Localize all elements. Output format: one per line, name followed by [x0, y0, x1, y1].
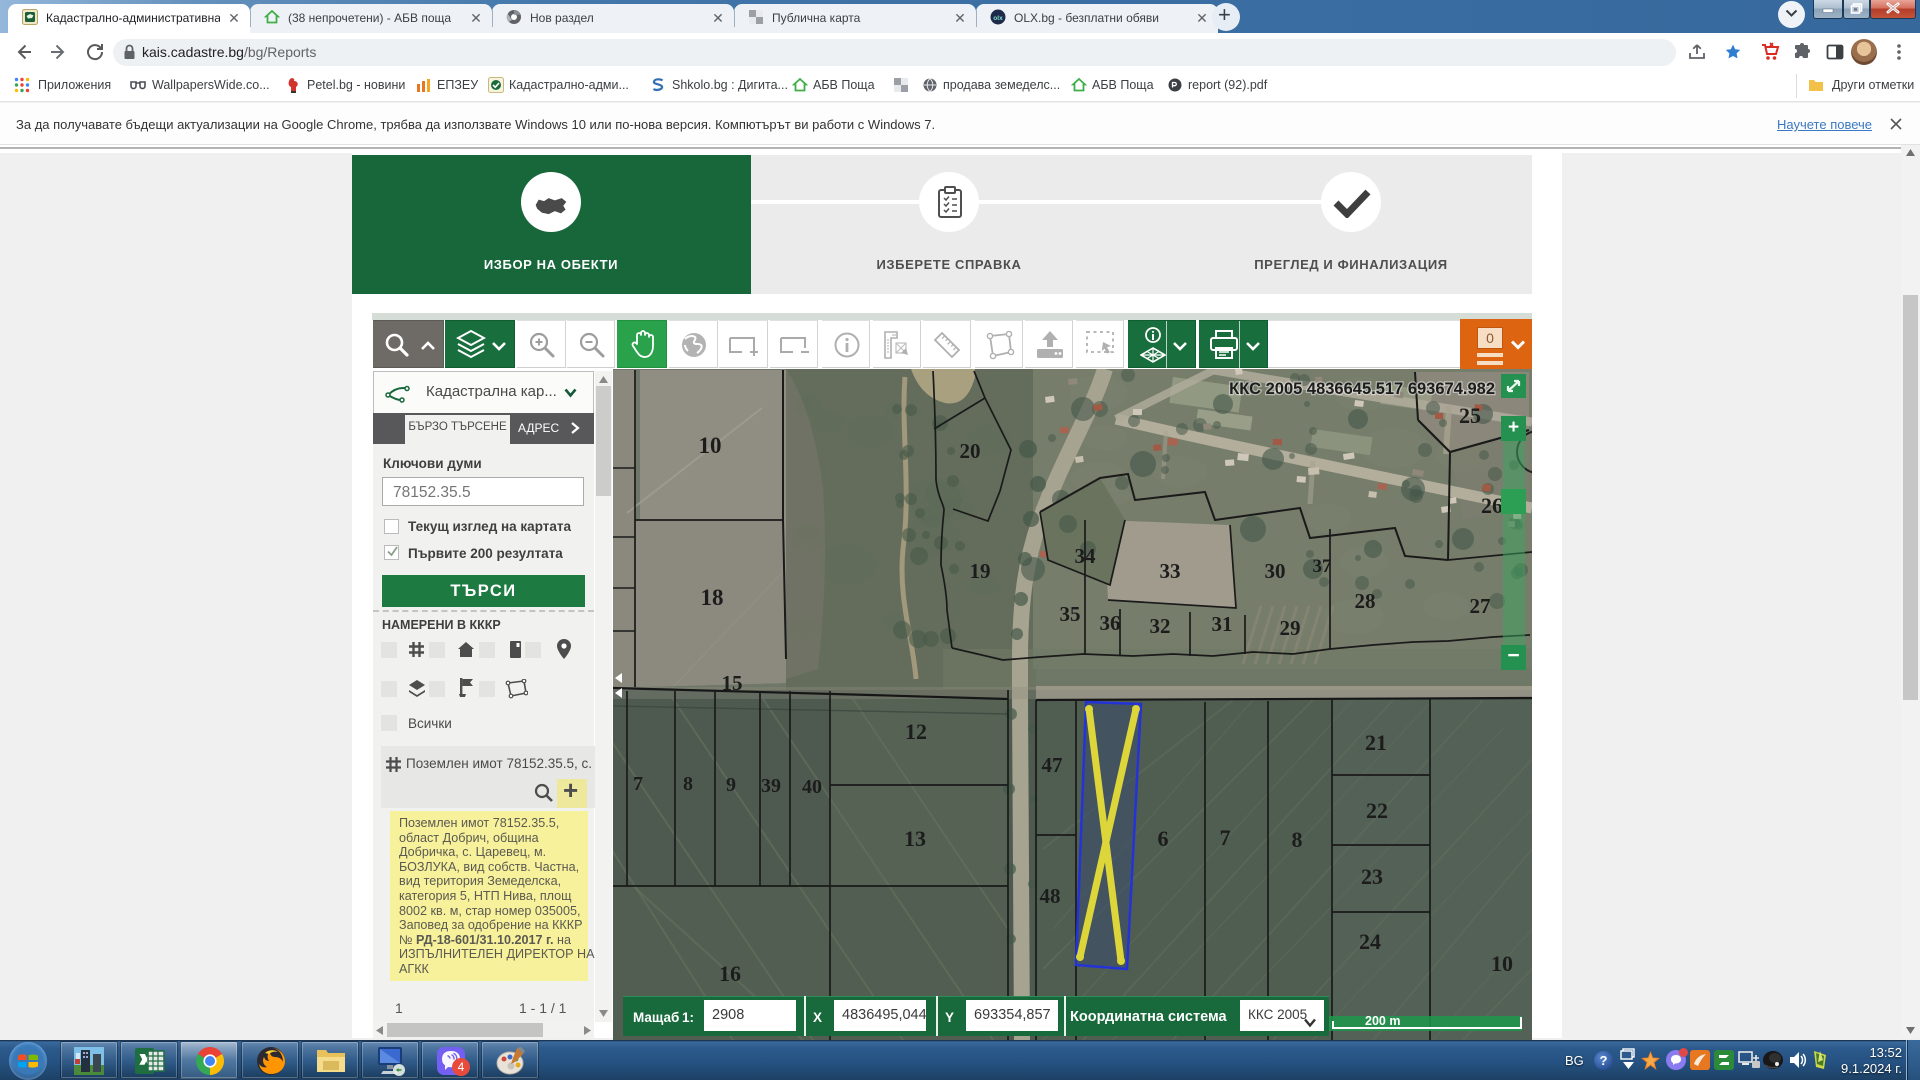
svg-text:34: 34: [1075, 544, 1097, 568]
svg-text:15: 15: [722, 671, 743, 695]
svg-text:24: 24: [1359, 929, 1381, 954]
svg-text:33: 33: [1160, 559, 1181, 583]
svg-text:olx: olx: [993, 15, 1003, 22]
svg-text:48: 48: [1040, 884, 1061, 908]
svg-text:19: 19: [970, 559, 991, 583]
svg-text:16: 16: [719, 961, 741, 986]
svg-text:7: 7: [633, 773, 643, 795]
svg-text:18: 18: [701, 585, 724, 610]
svg-text:29: 29: [1280, 616, 1301, 640]
svg-text:28: 28: [1355, 589, 1376, 613]
svg-text:35: 35: [1060, 602, 1081, 626]
svg-text:47: 47: [1042, 753, 1063, 777]
svg-text:10: 10: [699, 433, 722, 458]
svg-text:20: 20: [960, 439, 981, 463]
svg-text:30: 30: [1265, 559, 1286, 583]
svg-text:32: 32: [1150, 614, 1171, 638]
svg-text:ККС 2005 4836645.517 693674.9: ККС 2005 4836645.517 693674.982: [1229, 380, 1495, 398]
svg-text:22: 22: [1366, 798, 1388, 823]
svg-text:27: 27: [1470, 594, 1491, 618]
svg-text:25: 25: [1459, 403, 1481, 428]
svg-text:40: 40: [802, 776, 822, 798]
svg-text:8: 8: [1292, 827, 1303, 852]
svg-text:9: 9: [726, 774, 736, 796]
svg-text:13: 13: [904, 826, 926, 851]
svg-text:7: 7: [1220, 825, 1231, 850]
svg-text:37: 37: [1313, 556, 1333, 577]
svg-text:23: 23: [1361, 864, 1383, 889]
svg-text:39: 39: [761, 775, 781, 797]
svg-text:21: 21: [1365, 730, 1387, 755]
svg-text:6: 6: [1158, 826, 1169, 851]
svg-text:12: 12: [905, 719, 927, 744]
svg-text:31: 31: [1212, 612, 1233, 636]
svg-text:26: 26: [1481, 493, 1503, 518]
svg-text:10: 10: [1491, 951, 1513, 976]
svg-text:8: 8: [683, 773, 693, 795]
svg-text:36: 36: [1100, 611, 1121, 635]
